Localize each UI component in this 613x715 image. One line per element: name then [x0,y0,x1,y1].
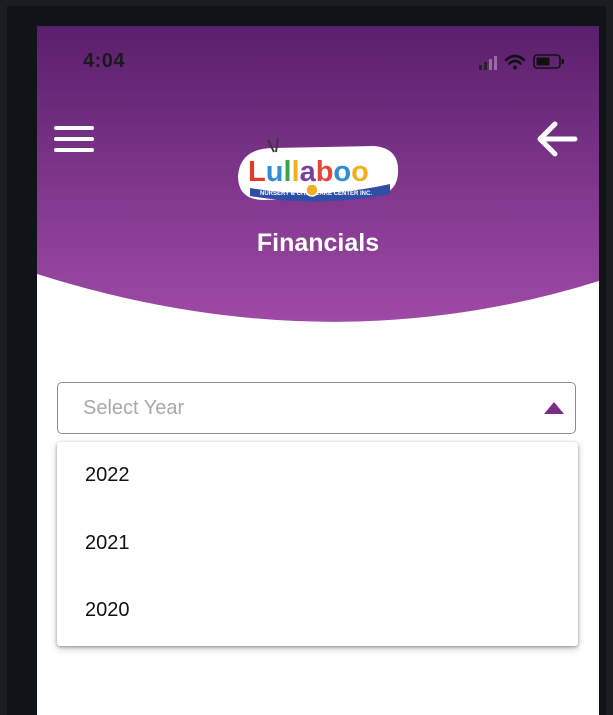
arrow-left-icon[interactable] [535,119,579,159]
year-options-list: 2022 2021 2020 [57,442,578,646]
year-option-2020[interactable]: 2020 [57,579,578,643]
year-option-label: 2020 [85,599,130,621]
year-option-2021[interactable]: 2021 [57,512,578,576]
svg-text:Lullaboo: Lullaboo [248,156,369,188]
page-title: Financials [256,229,380,257]
header: 4:04 Lullaboo NURSERY & CENTER INC. Fina… [37,26,599,331]
cellular-signal-icon [479,56,497,70]
caret-up-icon [544,402,564,414]
year-option-2022[interactable]: 2022 [57,444,578,508]
select-year-dropdown[interactable]: Select Year [57,382,576,434]
year-option-label: 2021 [85,532,130,554]
lullaboo-logo: Lullaboo NURSERY & CHILDCARE CENTER INC. [238,137,399,202]
battery-icon [533,54,564,69]
status-time: 4:04 [83,50,126,72]
select-year-placeholder: Select Year [83,397,185,419]
wifi-icon [504,54,526,70]
app-screen: 4:04 Lullaboo NURSERY & CENTER INC. Fina… [37,26,599,715]
year-option-label: 2022 [85,464,130,486]
hamburger-menu-icon[interactable] [54,124,96,156]
status-icons [479,54,564,70]
